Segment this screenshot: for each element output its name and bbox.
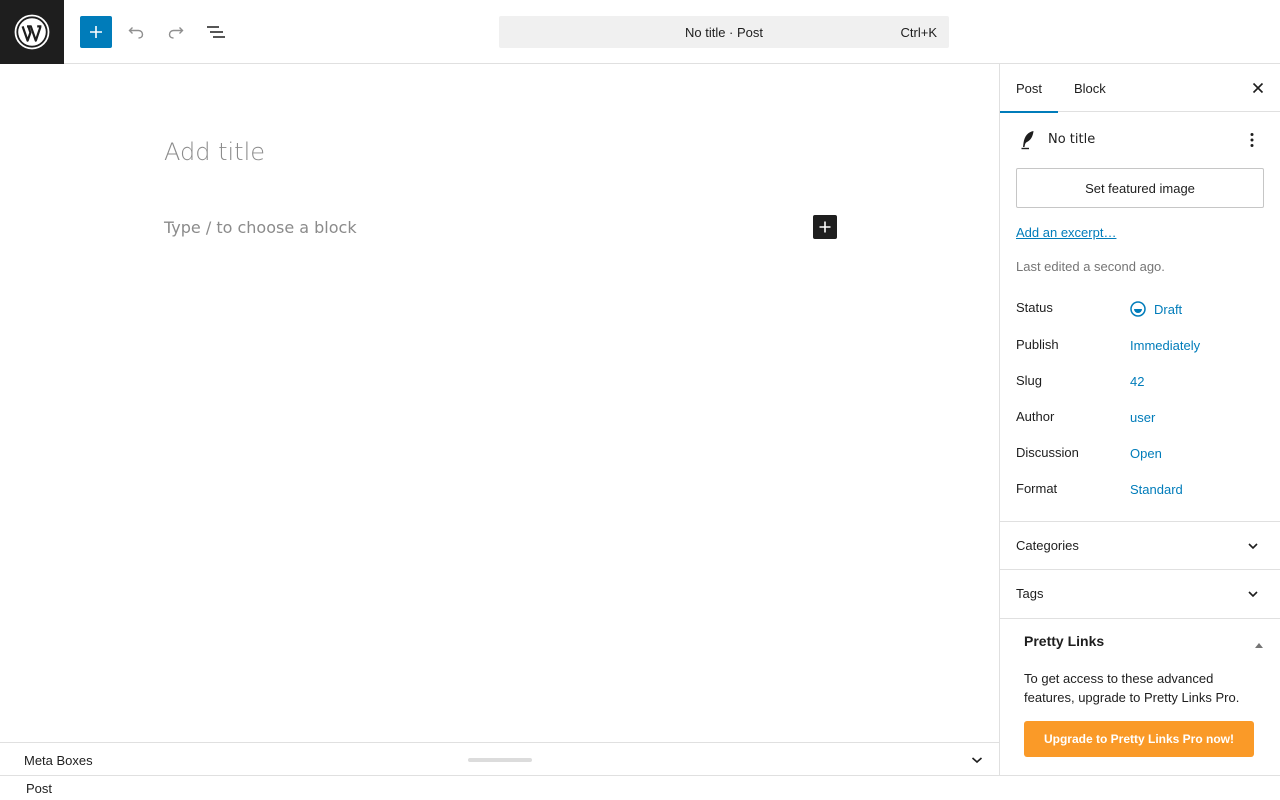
sidebar-tabs: Post Block <box>1000 64 1280 113</box>
more-options-icon[interactable] <box>1244 128 1260 152</box>
upgrade-pretty-links-button[interactable]: Upgrade to Pretty Links Pro now! <box>1024 721 1254 757</box>
author-value[interactable]: user <box>1130 410 1155 425</box>
author-label: Author <box>1016 409 1055 424</box>
status-value[interactable]: Draft <box>1130 301 1182 317</box>
tab-block[interactable]: Block <box>1058 64 1122 112</box>
editor-canvas: Add title Type / to choose a block <box>0 65 999 742</box>
block-appender[interactable]: Type / to choose a block <box>164 218 357 237</box>
settings-sidebar: Post Block No title Set featured image A… <box>999 64 1280 775</box>
wordpress-logo-button[interactable] <box>0 0 64 64</box>
post-feather-icon <box>1020 130 1036 153</box>
meta-boxes-label: Meta Boxes <box>24 753 93 768</box>
post-card: No title <box>1016 128 1264 152</box>
tags-label: Tags <box>1016 586 1044 601</box>
status-label: Status <box>1016 300 1053 315</box>
command-palette-bar[interactable]: No title · Post Ctrl+K <box>499 16 949 48</box>
close-icon <box>1252 82 1264 94</box>
plus-icon <box>90 26 102 38</box>
pretty-links-title: Pretty Links <box>1024 633 1105 649</box>
discussion-label: Discussion <box>1016 445 1079 460</box>
categories-label: Categories <box>1016 538 1079 553</box>
tags-panel[interactable]: Tags <box>1000 569 1280 617</box>
command-shortcut: Ctrl+K <box>900 25 937 40</box>
tab-post[interactable]: Post <box>1000 64 1059 113</box>
slug-value[interactable]: 42 <box>1130 374 1144 389</box>
row-author: Author user <box>1016 409 1264 429</box>
chevron-down-icon[interactable] <box>969 752 985 771</box>
row-discussion: Discussion Open <box>1016 445 1264 465</box>
undo-button[interactable] <box>120 16 152 48</box>
format-value[interactable]: Standard <box>1130 482 1183 497</box>
post-title: No title <box>1048 132 1096 147</box>
document-title: No title · Post <box>684 24 764 40</box>
inline-add-block-button[interactable] <box>813 215 837 239</box>
format-label: Format <box>1016 481 1058 496</box>
editor-footer: Post <box>0 775 1280 800</box>
chevron-down-icon <box>1246 587 1260 604</box>
add-block-button[interactable] <box>80 16 112 48</box>
caret-up-icon[interactable] <box>1254 637 1264 652</box>
breadcrumb[interactable]: Post <box>26 781 52 796</box>
add-excerpt-link[interactable]: Add an excerpt… <box>1016 225 1116 240</box>
plus-icon <box>819 221 831 233</box>
pretty-links-panel: Pretty Links To get access to these adva… <box>1000 618 1280 775</box>
categories-panel[interactable]: Categories <box>1000 521 1280 569</box>
set-featured-image-button[interactable]: Set featured image <box>1016 168 1264 208</box>
row-publish: Publish Immediately <box>1016 337 1264 357</box>
undo-icon <box>128 27 144 39</box>
redo-button[interactable] <box>160 16 192 48</box>
document-overview-button[interactable] <box>200 16 232 48</box>
pretty-links-description: To get access to these advanced features… <box>1024 671 1240 705</box>
row-format: Format Standard <box>1016 481 1264 501</box>
editor-header: No title · Post Ctrl+K <box>0 0 1280 64</box>
status-value-text: Draft <box>1154 301 1183 317</box>
wordpress-logo-icon <box>14 14 50 50</box>
publish-label: Publish <box>1016 337 1059 352</box>
resize-handle[interactable] <box>468 758 532 762</box>
last-edited-text: Last edited a second ago. <box>1016 259 1165 274</box>
list-view-icon <box>207 26 225 38</box>
row-slug: Slug 42 <box>1016 373 1264 393</box>
discussion-value[interactable]: Open <box>1130 446 1162 461</box>
row-status: Status Draft <box>1016 300 1264 320</box>
draft-status-icon <box>1130 301 1146 317</box>
chevron-down-icon <box>1246 539 1260 556</box>
slug-label: Slug <box>1016 373 1043 388</box>
post-title-input[interactable]: Add title <box>164 138 265 166</box>
meta-boxes-panel[interactable]: Meta Boxes <box>0 742 999 775</box>
close-sidebar-button[interactable] <box>1248 78 1268 98</box>
redo-icon <box>168 27 184 39</box>
publish-value[interactable]: Immediately <box>1130 338 1200 353</box>
